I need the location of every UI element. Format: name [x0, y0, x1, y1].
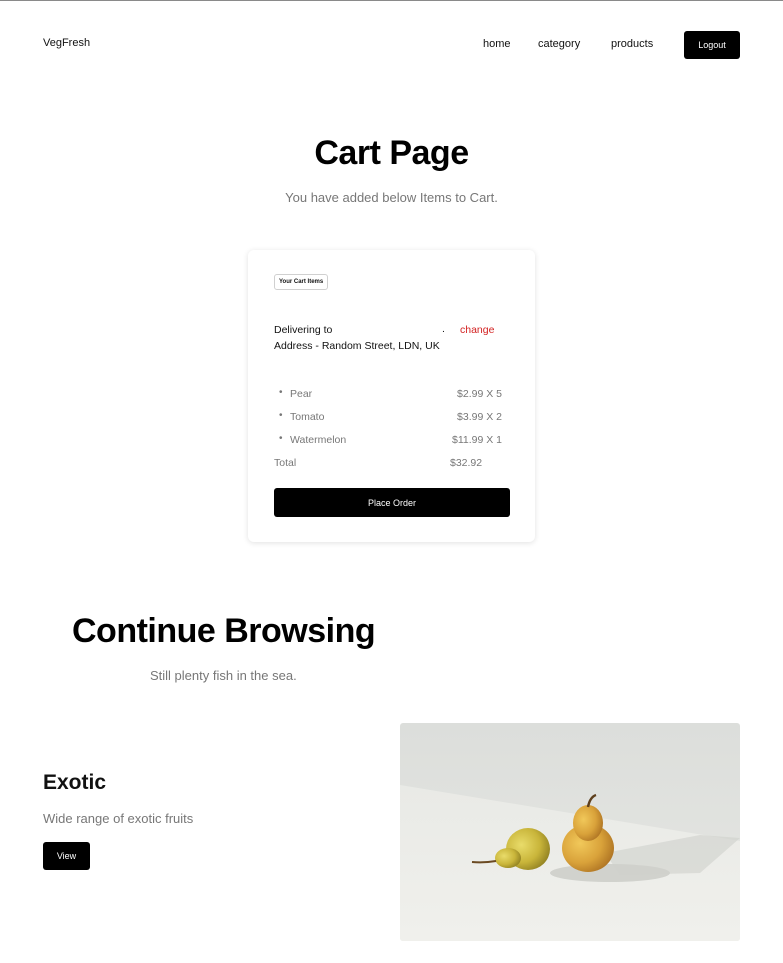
cart-item-name: Watermelon	[290, 434, 347, 446]
page-title: Cart Page	[314, 134, 469, 172]
category-description: Wide range of exotic fruits	[43, 811, 194, 826]
total-label: Total	[274, 457, 297, 469]
delivery-address: Address - Random Street, LDN, UK	[274, 340, 440, 352]
continue-browsing-title: Continue Browsing	[72, 612, 376, 650]
nav-link-products[interactable]: products	[611, 38, 653, 50]
cart-item-name: Pear	[290, 388, 313, 400]
cart-card: Your Cart Items Delivering to . change A…	[248, 250, 535, 542]
cart-item: • Pear $2.99 X 5	[274, 387, 504, 402]
total-value: $32.92	[450, 457, 483, 469]
cart-items-tag: Your Cart Items	[274, 274, 329, 290]
page-subtitle: You have added below Items to Cart.	[285, 190, 498, 205]
delivering-to-value: .	[442, 323, 445, 335]
nav-link-category[interactable]: category	[538, 38, 580, 50]
category-title: Exotic	[43, 771, 107, 794]
continue-browsing-subtitle: Still plenty fish in the sea.	[150, 668, 297, 683]
cart-item-price: $11.99 X 1	[451, 434, 502, 446]
delivering-to-label: Delivering to	[274, 324, 333, 336]
cart-item-name: Tomato	[290, 411, 325, 423]
bullet-icon: •	[279, 433, 283, 444]
nav-link-home[interactable]: home	[483, 38, 511, 50]
brand-logo[interactable]: VegFresh	[43, 37, 90, 49]
logout-button[interactable]: Logout	[684, 31, 740, 59]
bullet-icon: •	[279, 410, 283, 421]
top-border-line	[0, 0, 783, 1]
cart-item: • Watermelon $11.99 X 1	[274, 433, 504, 448]
cart-item-price: $3.99 X 2	[457, 411, 502, 423]
change-address-link[interactable]: change	[460, 324, 494, 336]
pears-image	[400, 723, 740, 941]
view-category-button[interactable]: View	[43, 842, 90, 870]
cart-item: • Tomato $3.99 X 2	[274, 410, 504, 425]
place-order-button[interactable]: Place Order	[274, 488, 510, 517]
bullet-icon: •	[279, 387, 283, 398]
cart-item-price: $2.99 X 5	[457, 388, 502, 400]
